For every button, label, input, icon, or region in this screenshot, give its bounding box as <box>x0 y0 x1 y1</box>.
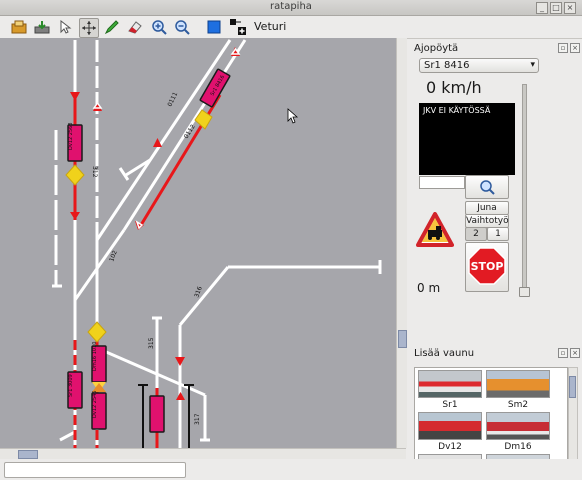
train-label: Dv12 2546 <box>92 391 98 419</box>
zoom-out-icon[interactable] <box>173 18 191 36</box>
close-panel-icon[interactable]: × <box>570 43 580 53</box>
lisaa-vaunu-title: Lisää vaunu <box>414 348 475 359</box>
train-label: Sr1 3009 <box>68 374 74 397</box>
wagon-item-dv12[interactable]: Dv12 <box>418 412 482 452</box>
input-field[interactable] <box>419 176 465 189</box>
open-icon[interactable] <box>10 18 28 36</box>
distance-display: 0 m <box>417 281 441 295</box>
float-panel-icon[interactable]: ▫ <box>558 348 568 358</box>
juna-button[interactable]: Juna <box>465 201 509 215</box>
canvas-horizontal-scrollbar[interactable] <box>0 448 406 459</box>
wagon-label: Sr1 <box>442 400 458 410</box>
move-icon[interactable] <box>79 18 99 38</box>
track-label: 315 <box>148 337 155 349</box>
wagon-image <box>418 370 482 398</box>
track-diagram[interactable]: 0111 0112 312 102 316 315 317 Sr1 8416 D… <box>0 38 396 448</box>
window-title: ratapiha <box>270 1 312 12</box>
signal-red <box>70 92 80 101</box>
throttle-slider-handle[interactable] <box>519 287 530 297</box>
track-label: 317 <box>194 413 201 425</box>
status-field <box>4 462 186 478</box>
track-canvas[interactable]: 0111 0112 312 102 316 315 317 Sr1 8416 D… <box>0 38 396 448</box>
eraser-icon[interactable] <box>126 18 144 36</box>
lisaa-vaunu-panel: Lisää vaunu ▫ × Sr1 Sm2 Dv12 Dm16 <box>410 345 580 464</box>
train-car <box>149 395 165 433</box>
add-track-icon[interactable] <box>229 18 247 36</box>
track-label: 312 <box>91 166 98 178</box>
wagon-item-sr1[interactable]: Sr1 <box>418 370 482 410</box>
train-select-value: Sr1 8416 <box>424 60 470 71</box>
wagon-image <box>486 412 550 440</box>
scroll-thumb[interactable] <box>18 450 38 459</box>
track-label: 0111 <box>166 91 179 108</box>
signal-red <box>70 212 80 220</box>
mouse-cursor-icon <box>287 108 299 124</box>
option-2-button[interactable]: 2 <box>465 227 487 241</box>
save-icon[interactable] <box>33 18 51 36</box>
wagon-list: Sr1 Sm2 Dv12 Dm16 <box>414 367 568 464</box>
magnifier-icon <box>480 180 495 195</box>
switch-marker <box>65 164 85 186</box>
pencil-icon[interactable] <box>103 18 121 36</box>
scroll-thumb[interactable] <box>398 330 407 348</box>
wagon-item-dm16[interactable]: Dm16 <box>486 412 550 452</box>
track-line <box>95 39 232 241</box>
vaihtotyo-button[interactable]: Vaihtotyö <box>465 214 509 228</box>
float-panel-icon[interactable]: ▫ <box>558 43 568 53</box>
track-line <box>59 430 76 442</box>
canvas-vertical-scrollbar[interactable] <box>396 38 407 448</box>
train-label: Dv12 2568 <box>68 123 74 151</box>
signal-red <box>175 357 185 366</box>
title-bar: ratapiha _ □ × <box>0 0 582 16</box>
speed-display: 0 km/h <box>426 78 482 97</box>
throttle-slider-track[interactable] <box>522 84 527 296</box>
close-button[interactable]: × <box>564 2 576 14</box>
toolbar: Veturi <box>0 16 582 39</box>
track-line <box>73 229 126 301</box>
level-crossing-warning-icon <box>416 212 454 251</box>
chevron-down-icon: ▾ <box>530 60 535 70</box>
zoom-in-icon[interactable] <box>150 18 168 36</box>
signal-red <box>176 392 185 400</box>
minimize-button[interactable]: _ <box>536 2 548 14</box>
scroll-thumb[interactable] <box>569 376 576 398</box>
train-label: Dm16 1010 <box>92 342 98 371</box>
track-line <box>178 266 230 326</box>
wagon-label: Dv12 <box>438 442 462 452</box>
switch-marker <box>87 321 107 343</box>
option-1-button[interactable]: 1 <box>487 227 509 241</box>
ajopoyta-title: Ajopöytä <box>414 43 459 54</box>
status-bar <box>0 459 582 480</box>
close-panel-icon[interactable]: × <box>570 348 580 358</box>
maximize-button[interactable]: □ <box>550 2 562 14</box>
wagon-label: Sm2 <box>507 400 529 410</box>
wagon-label: Dm16 <box>504 442 532 452</box>
wagon-image <box>418 412 482 440</box>
ajopoyta-panel: Ajopöytä ▫ × Sr1 8416 ▾ 0 km/h JKV EI KÄ… <box>410 40 580 340</box>
zoom-button[interactable] <box>465 175 509 199</box>
veturi-label[interactable]: Veturi <box>254 20 286 33</box>
wagon-image <box>486 370 550 398</box>
stop-sign-icon: STOP <box>468 247 506 285</box>
jkv-screen: JKV EI KÄYTÖSSÄ <box>419 103 515 175</box>
jkv-status: JKV EI KÄYTÖSSÄ <box>423 106 491 115</box>
wagon-list-scrollbar[interactable] <box>568 367 578 464</box>
pointer-icon[interactable] <box>56 18 74 36</box>
train-select[interactable]: Sr1 8416 ▾ <box>419 58 539 73</box>
wagon-item-sm2[interactable]: Sm2 <box>486 370 550 410</box>
blue-square-icon[interactable] <box>205 18 223 36</box>
stop-button[interactable]: STOP <box>465 242 509 292</box>
stop-label: STOP <box>471 260 504 273</box>
